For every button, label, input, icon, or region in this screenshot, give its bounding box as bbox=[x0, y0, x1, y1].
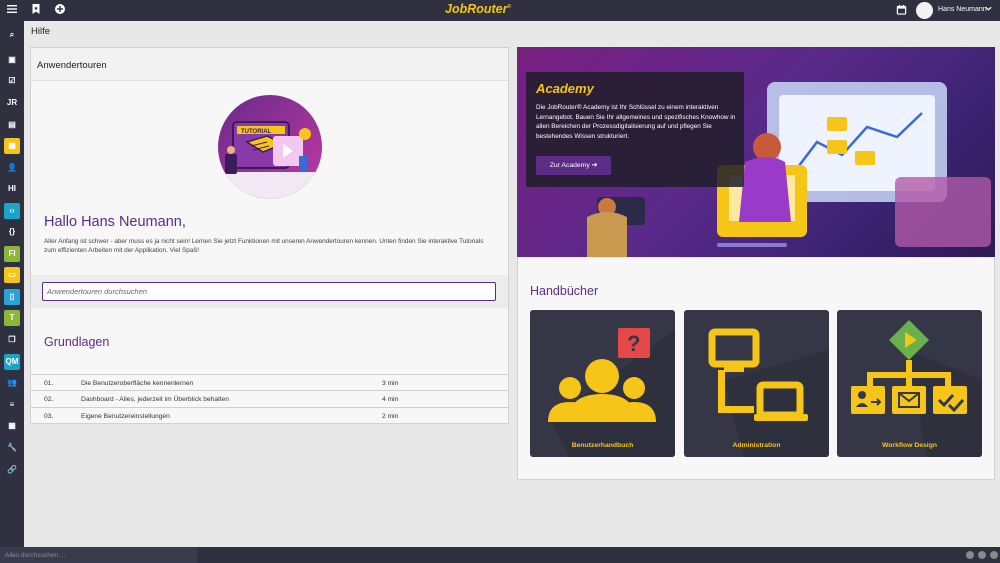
svg-text:?: ? bbox=[627, 331, 640, 356]
archive-icon[interactable]: ▦ bbox=[4, 138, 20, 154]
manual-tile-label: Workflow Design bbox=[881, 442, 937, 449]
search-icon[interactable]: ⌕ bbox=[4, 27, 20, 43]
top-bar: JobRouter® Hans Neumann bbox=[0, 0, 1000, 21]
status-dot[interactable] bbox=[978, 551, 986, 559]
tour-duration: 4 min bbox=[382, 396, 399, 403]
bottom-bar bbox=[0, 547, 1000, 563]
avatar[interactable] bbox=[916, 2, 933, 19]
hi-icon[interactable]: HI bbox=[4, 181, 20, 197]
tour-number: 03. bbox=[44, 413, 54, 420]
link-icon[interactable]: 🔗 bbox=[4, 462, 20, 478]
workflow-icon bbox=[851, 320, 982, 457]
manual-tile-label: Administration bbox=[732, 442, 781, 449]
tour-row[interactable]: 02. Dashboard - Alles, jederzeit im Über… bbox=[31, 391, 508, 408]
tours-panel-title: Anwendertouren bbox=[37, 60, 107, 71]
user-name[interactable]: Hans Neumann bbox=[938, 6, 987, 13]
tour-number: 02. bbox=[44, 396, 54, 403]
copy-icon[interactable]: ❐ bbox=[4, 332, 20, 348]
tours-panel-header: Anwendertouren bbox=[31, 48, 508, 81]
section-title: Grundlagen bbox=[44, 335, 110, 349]
table-icon[interactable]: ▦ bbox=[4, 418, 20, 434]
document-icon[interactable]: ▤ bbox=[4, 117, 20, 133]
academy-button[interactable]: Zur Academy ➔ bbox=[536, 156, 611, 175]
group-icon[interactable]: 👥 bbox=[4, 375, 20, 391]
academy-card: Academy Die JobRouter® Academy ist Ihr S… bbox=[526, 72, 744, 187]
braces-icon[interactable]: {} bbox=[4, 224, 20, 240]
status-dot[interactable] bbox=[990, 551, 998, 559]
chevron-down-icon[interactable] bbox=[984, 4, 993, 15]
qm-icon[interactable]: QM bbox=[4, 354, 20, 370]
global-search-input[interactable] bbox=[0, 547, 197, 563]
calendar-icon[interactable] bbox=[893, 3, 909, 19]
tour-title[interactable]: Eigene Benutzereinstellungen bbox=[81, 413, 170, 420]
greeting: Hallo Hans Neumann, bbox=[44, 214, 186, 230]
tour-title[interactable]: Dashboard - Alles, jederzeit im Überblic… bbox=[81, 396, 229, 403]
tutorial-illustration: TUTORIAL bbox=[217, 94, 323, 200]
inbox-icon[interactable]: ▣ bbox=[4, 52, 20, 68]
fi-icon[interactable]: FI bbox=[4, 246, 20, 262]
tour-search-input[interactable] bbox=[42, 282, 496, 301]
wrench-icon[interactable]: 🔧 bbox=[4, 440, 20, 456]
checkbox-icon[interactable]: ☑ bbox=[4, 73, 20, 89]
manuals-panel: Handbücher ? Benutzerhandbuch Administra… bbox=[517, 258, 995, 480]
manual-tile-user[interactable]: ? Benutzerhandbuch bbox=[530, 310, 675, 457]
users-icon[interactable]: 👤 bbox=[4, 160, 20, 176]
sidebar: ⌕ ▣ ☑ JR ▤ ▦ 👤 HI ‹› {} FI ▭ ▯ T ❐ QM 👥 ≡ ▦ 🔧 🔗 bbox=[0, 21, 24, 547]
status-dot[interactable] bbox=[966, 551, 974, 559]
t-icon[interactable]: T bbox=[4, 310, 20, 326]
network-admin-icon bbox=[708, 328, 829, 457]
svg-text:TUTORIAL: TUTORIAL bbox=[241, 129, 272, 135]
tour-number: 01. bbox=[44, 380, 54, 387]
tour-duration: 3 min bbox=[382, 380, 399, 387]
tour-row[interactable]: 01. Die Benutzeroberfläche kennenlernen … bbox=[31, 374, 508, 391]
manual-tile-workflow[interactable]: Workflow Design bbox=[837, 310, 982, 457]
code-icon[interactable]: ‹› bbox=[4, 203, 20, 219]
bookmark-icon[interactable] bbox=[28, 3, 44, 19]
page-title: Hilfe bbox=[31, 26, 51, 37]
tour-title[interactable]: Die Benutzeroberfläche kennenlernen bbox=[81, 380, 193, 387]
form-icon[interactable]: ▭ bbox=[4, 267, 20, 283]
academy-text: Die JobRouter® Academy ist Ihr Schlüssel… bbox=[536, 104, 736, 140]
tour-duration: 2 min bbox=[382, 413, 399, 420]
academy-banner: Academy Die JobRouter® Academy ist Ihr S… bbox=[517, 47, 995, 257]
manuals-title: Handbücher bbox=[530, 284, 599, 298]
intro-text: Aller Anfang ist schwer - aber muss es j… bbox=[44, 238, 484, 254]
manual-tile-label: Benutzerhandbuch bbox=[571, 442, 634, 449]
academy-title: Academy bbox=[536, 81, 594, 96]
tour-row[interactable]: 03. Eigene Benutzereinstellungen 2 min bbox=[31, 408, 508, 425]
jr-icon[interactable]: JR bbox=[4, 95, 20, 111]
tours-panel: Anwendertouren TUTORIAL Hallo Hans Neuma… bbox=[30, 47, 509, 424]
users-question-icon: ? bbox=[548, 328, 675, 457]
book-icon[interactable]: ▯ bbox=[4, 289, 20, 305]
manual-tile-admin[interactable]: Administration bbox=[684, 310, 829, 457]
hamburger-icon[interactable] bbox=[4, 3, 20, 19]
list-icon[interactable]: ≡ bbox=[4, 397, 20, 413]
plus-circle-icon[interactable] bbox=[52, 3, 68, 19]
app-logo[interactable]: JobRouter® bbox=[445, 2, 511, 16]
